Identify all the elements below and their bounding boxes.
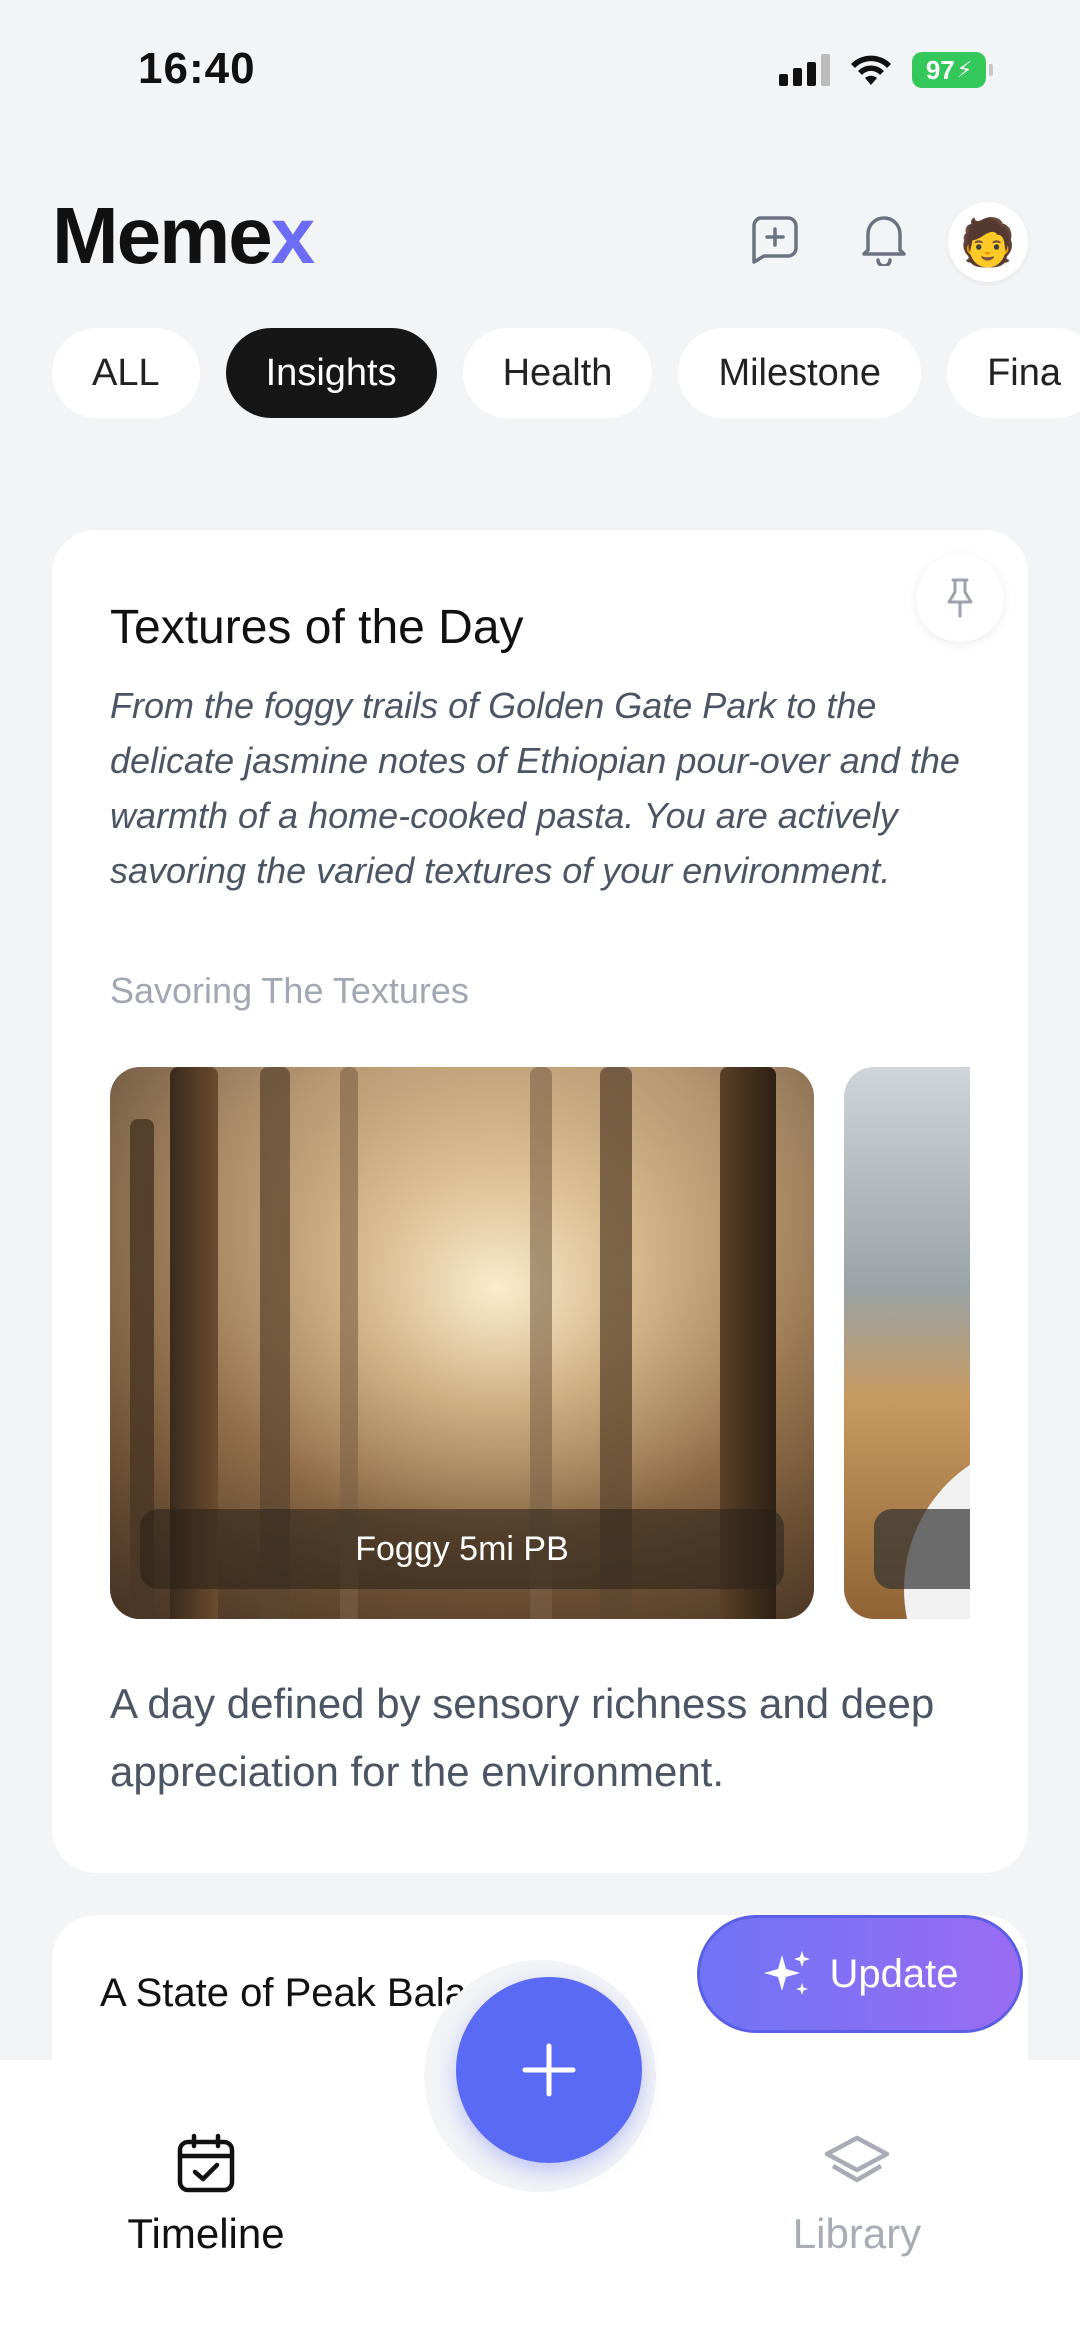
- library-stack-icon: [824, 2135, 890, 2183]
- card2-title: A State of Peak Balar: [100, 1971, 481, 2015]
- app-logo: Memex: [52, 190, 315, 282]
- insight-card[interactable]: Textures of the Day From the foggy trail…: [52, 530, 1028, 1873]
- card-quote: From the foggy trails of Golden Gate Par…: [110, 685, 960, 891]
- add-chat-icon: [752, 216, 798, 264]
- app-header: Memex 🧑: [0, 180, 1080, 300]
- tab-milestone[interactable]: Milestone: [678, 328, 922, 418]
- status-bar: 16:40 97 ⚡: [0, 0, 1080, 120]
- tab-finance[interactable]: Fina: [947, 328, 1080, 418]
- update-button[interactable]: Update: [697, 1915, 1023, 2033]
- tab-health[interactable]: Health: [462, 328, 653, 418]
- card-subtitle: Savoring The Textures: [110, 970, 469, 1011]
- tab-all[interactable]: ALL: [52, 328, 200, 418]
- pin-button[interactable]: [916, 554, 1004, 642]
- logo-text: Meme: [52, 191, 273, 280]
- tab-insights[interactable]: Insights: [225, 328, 437, 418]
- nav-library[interactable]: Library: [737, 2132, 977, 2258]
- charging-icon: ⚡: [956, 57, 973, 82]
- card-summary: A day defined by sensory richness and de…: [110, 1680, 935, 1795]
- signal-icon: [779, 54, 830, 86]
- photo-foggy-forest[interactable]: Foggy 5mi PB: [110, 1067, 814, 1619]
- update-label: Update: [829, 1951, 959, 1996]
- card-title: Textures of the Day: [110, 601, 524, 654]
- photo-window-table[interactable]: [844, 1067, 970, 1619]
- photo-caption: Foggy 5mi PB: [140, 1509, 784, 1589]
- photo-caption-stub: [874, 1509, 970, 1589]
- status-icons: 97 ⚡: [779, 52, 993, 88]
- wifi-icon: [848, 53, 894, 87]
- sparkle-icon: [763, 1951, 810, 1995]
- photo-carousel[interactable]: Foggy 5mi PB: [110, 1067, 970, 1619]
- battery-level: 97: [925, 54, 955, 85]
- add-entry-button[interactable]: [456, 1977, 642, 2163]
- nav-timeline[interactable]: Timeline: [86, 2132, 326, 2258]
- status-time: 16:40: [138, 44, 256, 93]
- battery-icon: 97 ⚡: [912, 52, 993, 88]
- new-note-button[interactable]: [742, 206, 806, 270]
- calendar-check-icon: [177, 2133, 235, 2193]
- profile-avatar[interactable]: 🧑: [948, 202, 1028, 282]
- avatar-emoji: 🧑: [959, 215, 1017, 268]
- plus-icon: [522, 2043, 576, 2097]
- nav-timeline-label: Timeline: [127, 2210, 285, 2257]
- nav-library-label: Library: [792, 2210, 922, 2257]
- category-tabs: ALL Insights Health Milestone Fina: [52, 328, 1080, 418]
- logo-accent: x: [270, 191, 315, 280]
- bell-icon: [862, 216, 906, 266]
- notifications-button[interactable]: [852, 206, 916, 270]
- pin-icon: [947, 578, 973, 618]
